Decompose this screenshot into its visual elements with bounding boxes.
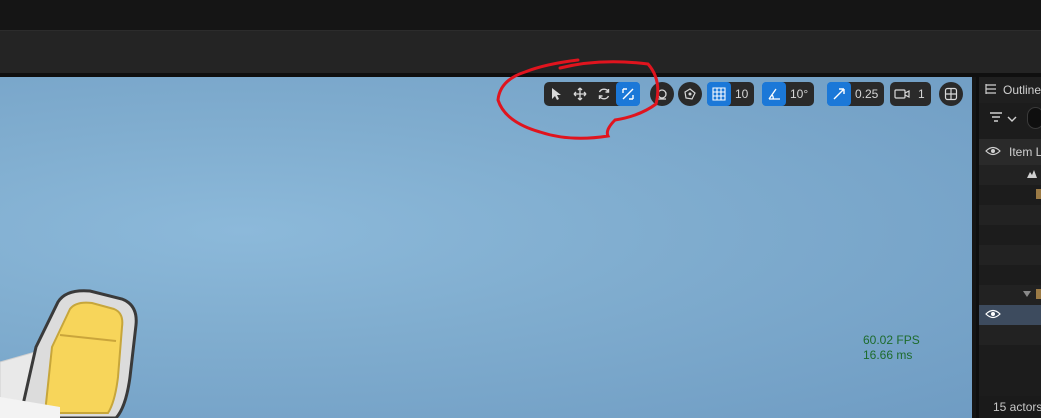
list-item[interactable] [979,205,1041,225]
camera-icon[interactable] [890,82,914,106]
filter-icon[interactable] [989,111,1003,126]
grid-snap-icon[interactable] [707,82,731,106]
visibility-eye-icon[interactable] [985,309,1001,322]
title-bar [0,0,1041,30]
outliner-row-selected[interactable] [979,305,1041,325]
surface-snap-group [650,82,674,106]
outliner-column-header: Item L [979,139,1041,165]
world-local-group [678,82,702,106]
outliner-filter-bar [979,103,1041,133]
chevron-down-icon[interactable] [1022,289,1032,301]
list-item[interactable] [979,265,1041,285]
grid-snap-group: 10 [707,82,755,106]
scale-tool-icon[interactable] [616,82,640,106]
translate-tool-icon[interactable] [568,82,592,106]
outliner-actor-count: 15 actors [979,396,1041,418]
folder-icon [1036,188,1041,203]
select-tool-icon[interactable] [544,82,568,106]
scale-snap-icon[interactable] [827,82,851,106]
outliner-title[interactable]: Outline [1003,83,1041,97]
item-label-column[interactable]: Item L [1009,145,1041,159]
grid-snap-value[interactable]: 10 [731,87,754,101]
outliner-header: Outline [979,77,1041,103]
viewport-scene [0,289,138,418]
fps-readout: 60.02 FPS [863,333,920,347]
outliner-row-folder[interactable] [979,185,1041,205]
outliner-row-expanded-folder[interactable] [979,285,1041,305]
rotation-snap-value[interactable]: 10° [786,87,814,101]
list-item[interactable] [979,325,1041,345]
rotation-snap-icon[interactable] [762,82,786,106]
level-viewport[interactable]: 60.02 FPS 16.66 ms [0,77,972,418]
outliner-icon [985,83,997,98]
surface-snapping-icon[interactable] [650,82,674,106]
frame-time-readout: 16.66 ms [863,348,913,362]
main-toolbar [0,30,1041,74]
scale-snap-value[interactable]: 0.25 [851,87,884,101]
rotate-tool-icon[interactable] [592,82,616,106]
camera-speed-group: 1 [890,82,931,106]
world-coordinate-icon[interactable] [678,82,702,106]
list-item[interactable] [979,245,1041,265]
layout-group [939,82,963,106]
world-icon [1026,169,1038,182]
viewport-layout-icon[interactable] [939,82,963,106]
rotation-snap-group: 10° [762,82,815,106]
scale-snap-group: 0.25 [827,82,885,106]
outliner-search-input[interactable] [1027,107,1041,129]
chair-model[interactable] [0,289,138,418]
list-item[interactable] [979,225,1041,245]
outliner-row-world[interactable] [979,165,1041,185]
visibility-eye-icon[interactable] [985,145,1001,159]
chevron-down-icon[interactable] [1007,111,1017,126]
transform-tools-group [544,82,640,106]
viewport-stats: 60.02 FPS 16.66 ms [863,333,920,363]
outliner-panel: Outline Item L 15 actors [976,77,1041,418]
folder-icon [1036,288,1041,303]
list-item[interactable] [979,345,1041,365]
camera-speed-value[interactable]: 1 [914,87,931,101]
